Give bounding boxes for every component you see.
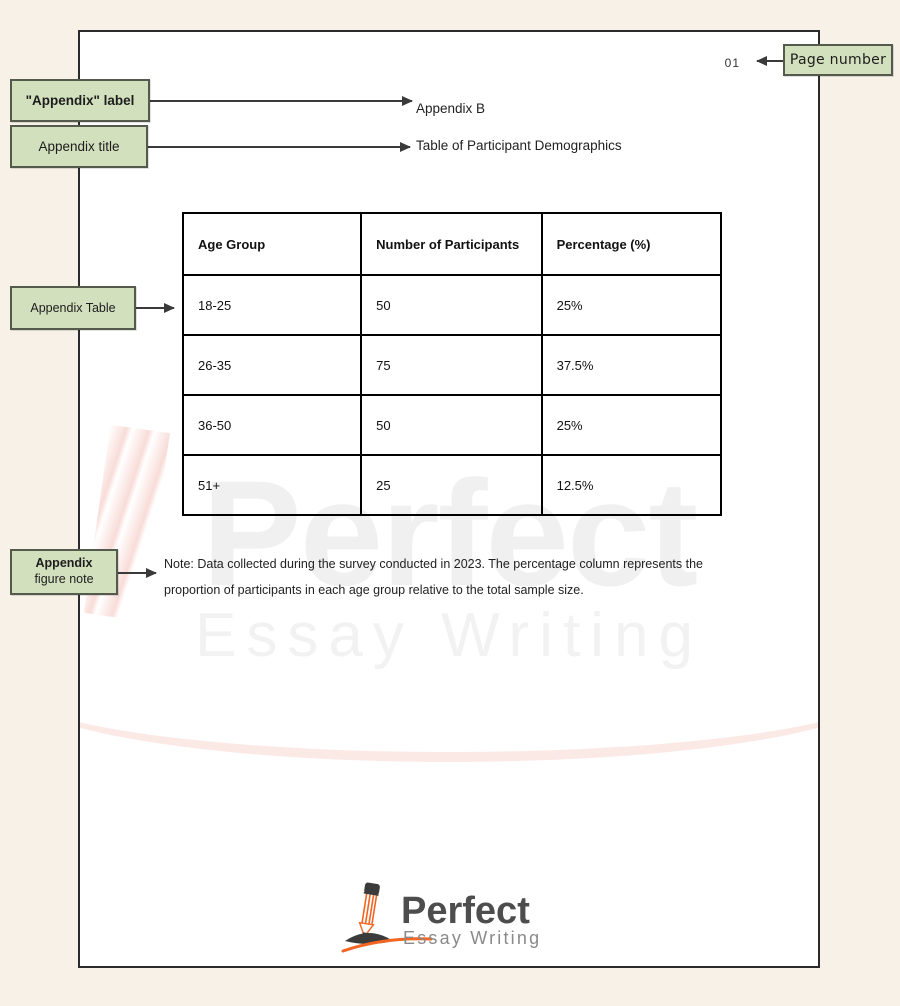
table-cell: 36-50 bbox=[181, 394, 363, 456]
table-header-cell: Percentage (%) bbox=[540, 212, 723, 276]
table-cell: 25 bbox=[360, 454, 543, 516]
table-cell: 51+ bbox=[181, 454, 363, 516]
appendix-title: Table of Participant Demographics bbox=[416, 138, 622, 153]
watermark-sub-text: Essay Writing bbox=[195, 600, 703, 670]
table-row: 18-25 50 25% bbox=[181, 274, 723, 336]
callout-appendix-label: "Appendix" label bbox=[10, 79, 150, 122]
callout-appendix-table: Appendix Table bbox=[10, 286, 136, 330]
table-cell: 26-35 bbox=[181, 334, 363, 396]
callout-label-line2: figure note bbox=[34, 572, 94, 586]
logo-name-sub: Essay Writing bbox=[403, 928, 541, 948]
page-number: 01 bbox=[724, 56, 740, 70]
brand-logo: Perfect Essay Writing bbox=[339, 877, 559, 957]
connector-arrow-appendix-title bbox=[148, 142, 411, 152]
table-cell: 25% bbox=[540, 274, 723, 336]
callout-label: Appendix title bbox=[38, 139, 120, 154]
table-header-row: Age Group Number of Participants Percent… bbox=[181, 212, 723, 276]
appendix-figure-note: Note: Data collected during the survey c… bbox=[164, 557, 703, 597]
table-cell: 37.5% bbox=[540, 334, 723, 396]
callout-figure-note: Appendix figure note bbox=[10, 549, 118, 595]
connector-arrow-figure-note bbox=[118, 568, 157, 578]
callout-label: Page number bbox=[789, 52, 887, 68]
callout-appendix-title: Appendix title bbox=[10, 125, 148, 168]
callout-label-line1: Appendix bbox=[35, 556, 93, 571]
watermark-swoosh bbox=[80, 612, 818, 762]
table-cell: 18-25 bbox=[181, 274, 363, 336]
table-row: 26-35 75 37.5% bbox=[181, 334, 723, 396]
connector-arrow-appendix-table bbox=[136, 303, 175, 313]
table-cell: 50 bbox=[360, 394, 543, 456]
pencil-icon bbox=[358, 882, 380, 939]
logo-svg: Perfect Essay Writing bbox=[341, 882, 541, 953]
table-cell: 25% bbox=[540, 394, 723, 456]
connector-arrow-appendix-label bbox=[150, 96, 413, 106]
callout-page-number: Page number bbox=[783, 44, 893, 76]
appendix-table: Age Group Number of Participants Percent… bbox=[181, 212, 723, 516]
connector-arrow-page-number bbox=[756, 56, 783, 66]
callout-label: "Appendix" label bbox=[25, 93, 135, 108]
table-cell: 75 bbox=[360, 334, 543, 396]
logo-name-main: Perfect bbox=[401, 890, 530, 932]
table-cell: 12.5% bbox=[540, 454, 723, 516]
callout-label: Appendix Table bbox=[30, 301, 116, 315]
table-row: 51+ 25 12.5% bbox=[181, 454, 723, 516]
table-row: 36-50 50 25% bbox=[181, 394, 723, 456]
table-cell: 50 bbox=[360, 274, 543, 336]
appendix-label: Appendix B bbox=[416, 101, 486, 116]
table-header-cell: Age Group bbox=[181, 212, 363, 276]
table-header-cell: Number of Participants bbox=[360, 212, 543, 276]
document-page: Perfect Essay Writing 01 Appendix B Tabl… bbox=[78, 30, 820, 968]
